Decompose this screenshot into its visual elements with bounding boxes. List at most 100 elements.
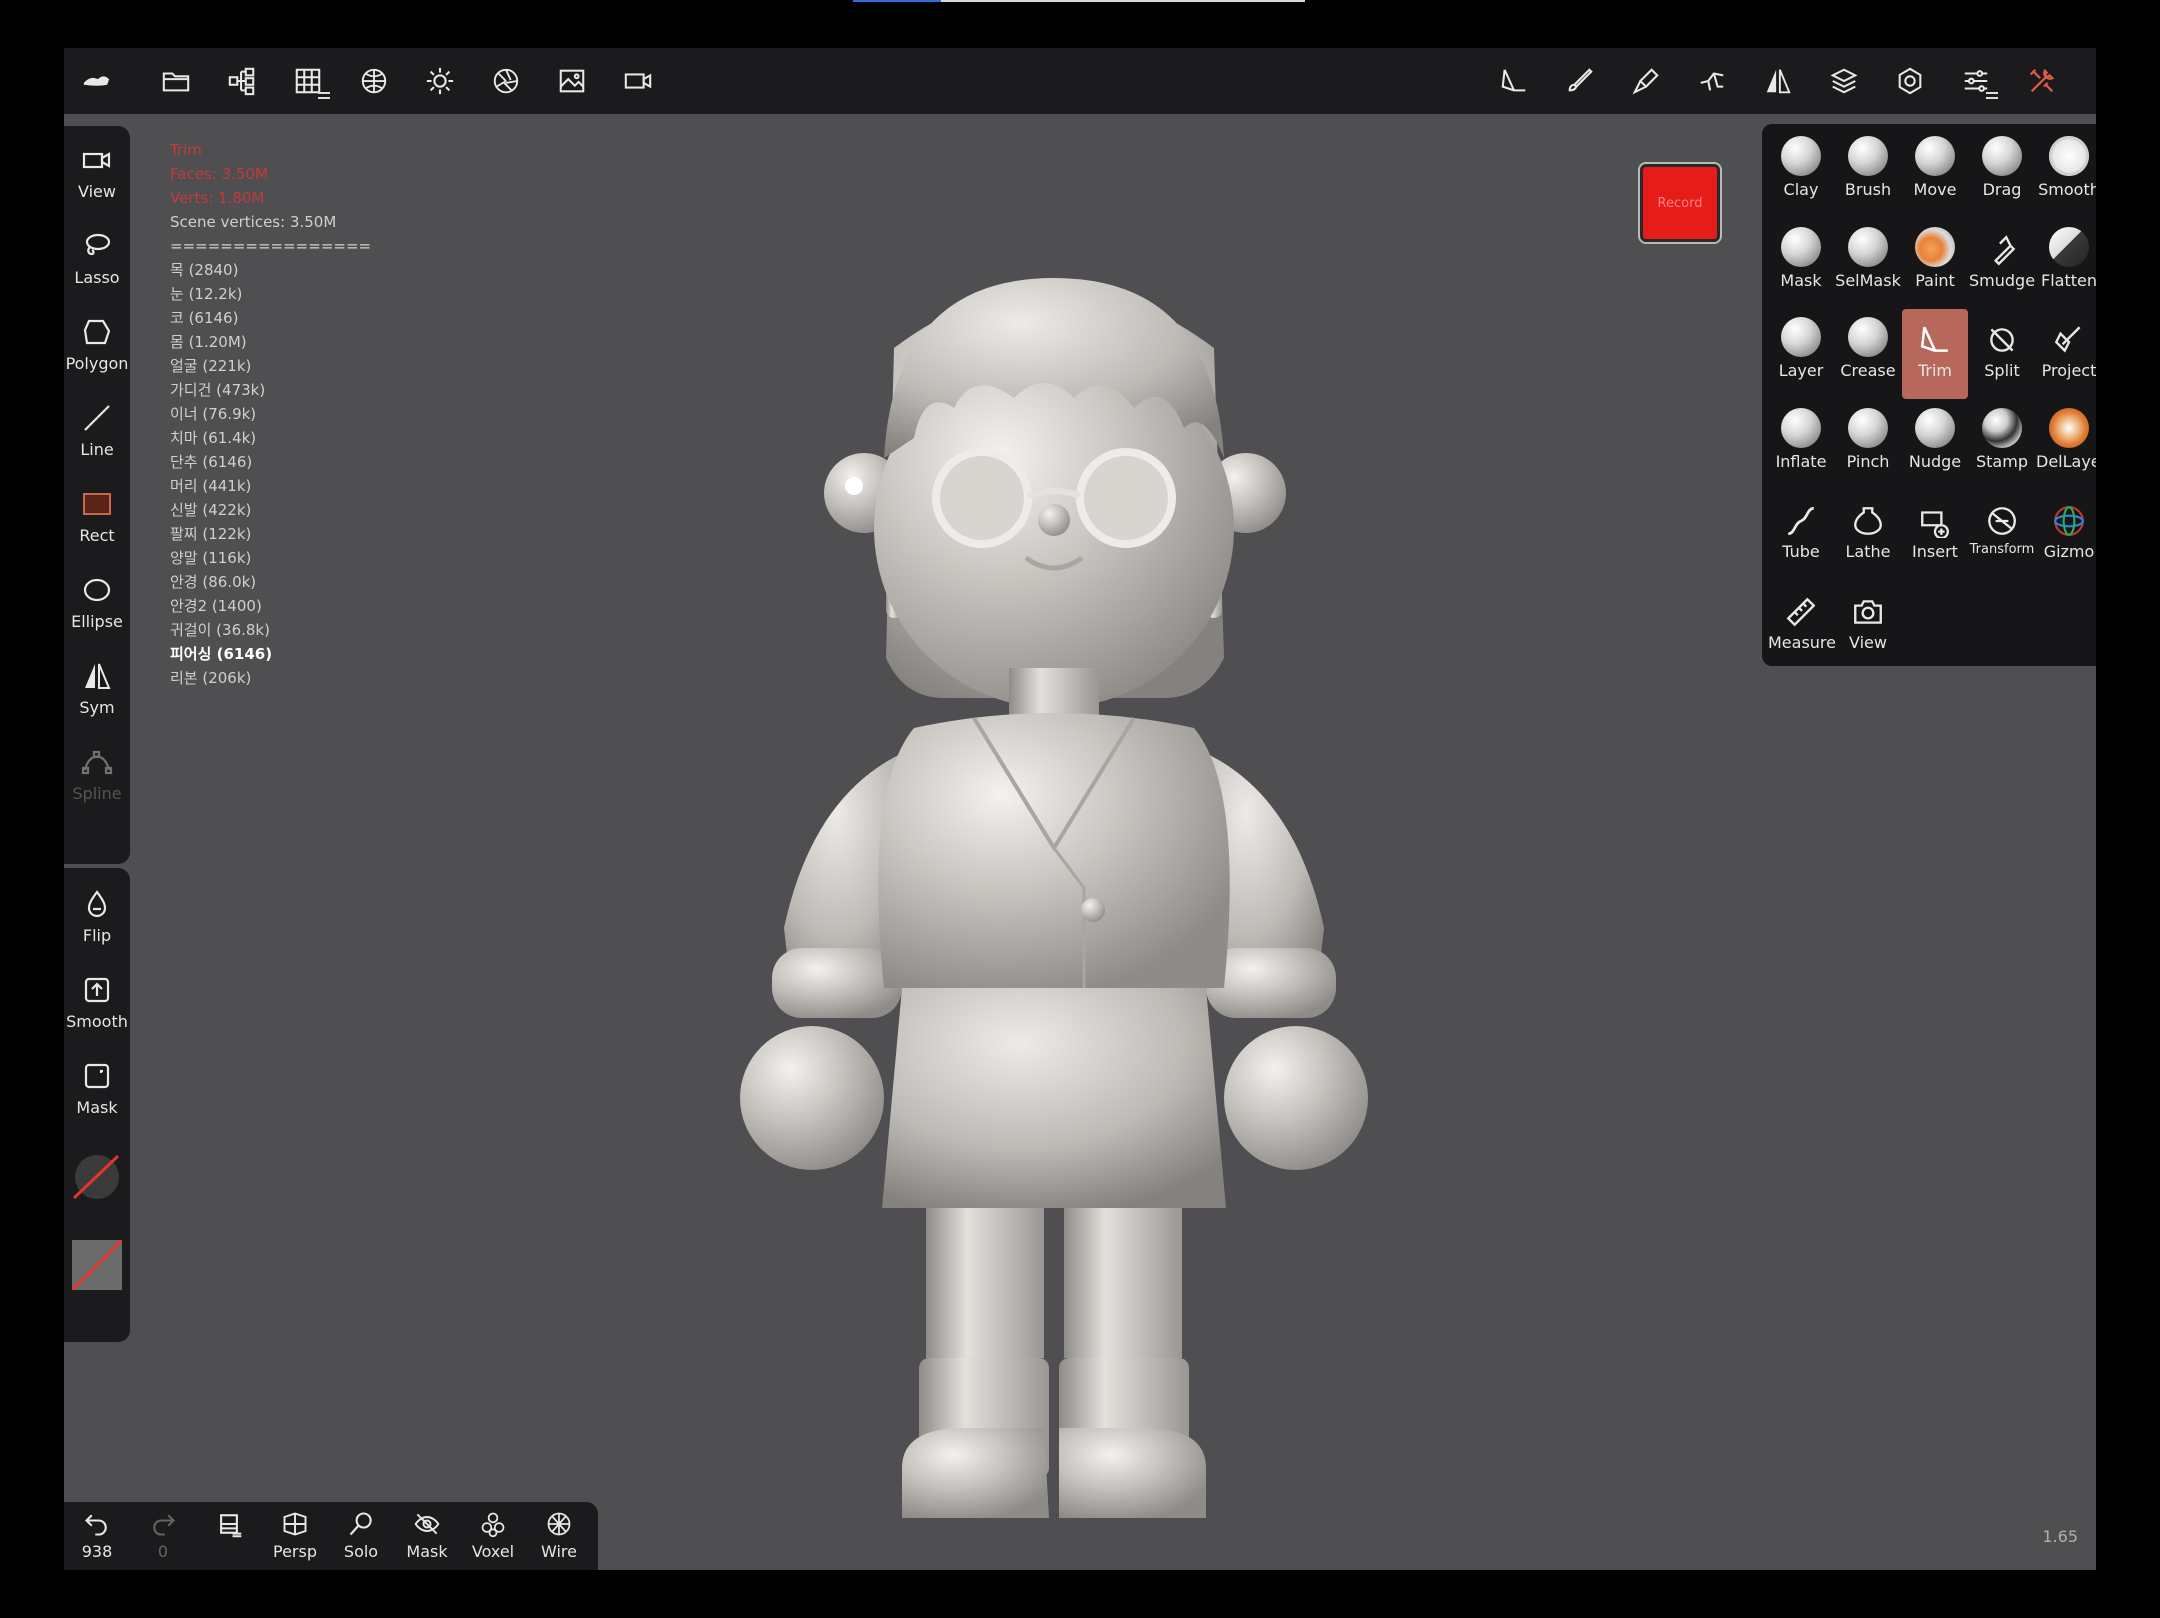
tool-split-button[interactable]: Split	[1969, 309, 2035, 399]
sculpt-model[interactable]	[664, 228, 1444, 1558]
tool-selmask-button[interactable]: SelMask	[1835, 219, 1901, 309]
tool-brush-button[interactable]: Brush	[1835, 128, 1901, 218]
record-button[interactable]: Record	[1640, 164, 1720, 242]
object-item[interactable]: 신발 (422k)	[170, 498, 371, 522]
light-icon[interactable]	[420, 61, 460, 101]
tool-label: Tube	[1782, 542, 1820, 561]
view-label: View	[78, 182, 116, 201]
menu-button[interactable]	[196, 1508, 262, 1542]
viewport-screen[interactable]: View Lasso Polygon Line Rect Ellipse Sym	[64, 48, 2096, 1570]
tool-pinch-button[interactable]: Pinch	[1835, 400, 1901, 490]
object-item[interactable]: 얼굴 (221k)	[170, 354, 371, 378]
grid-icon[interactable]	[288, 61, 330, 101]
object-item[interactable]: 팔찌 (122k)	[170, 522, 371, 546]
smooth-button[interactable]: Smooth	[64, 962, 130, 1042]
line-button[interactable]: Line	[64, 390, 130, 470]
object-item[interactable]: 머리 (441k)	[170, 474, 371, 498]
tool-smooth-button[interactable]: Smooth	[2036, 128, 2096, 218]
sym-button[interactable]: Sym	[64, 648, 130, 728]
tool-inflate-button[interactable]: Inflate	[1768, 400, 1834, 490]
rect-label: Rect	[79, 526, 115, 545]
smooth-icon	[64, 962, 130, 1006]
solo-button[interactable]: Solo	[328, 1508, 394, 1561]
tool-stamp-button[interactable]: Stamp	[1969, 400, 2035, 490]
object-item[interactable]: 안경 (86.0k)	[170, 570, 371, 594]
brush-tool-icon[interactable]	[1560, 61, 1600, 101]
camera-icon[interactable]	[618, 61, 658, 101]
redo-button[interactable]: 0	[130, 1508, 196, 1561]
wire-button[interactable]: Wire	[526, 1508, 592, 1561]
material-swatch[interactable]	[72, 1152, 122, 1202]
object-item[interactable]: 가디건 (473k)	[170, 378, 371, 402]
object-item[interactable]: 귀걸이 (36.8k)	[170, 618, 371, 642]
scene-tree-icon[interactable]	[222, 61, 262, 101]
rect-button[interactable]: Rect	[64, 476, 130, 556]
object-item[interactable]: 이너 (76.9k)	[170, 402, 371, 426]
tool-label: Gizmo	[2043, 542, 2095, 561]
voxel-button[interactable]: Voxel	[460, 1508, 526, 1561]
sliders-icon[interactable]	[1956, 61, 1998, 101]
flip-button[interactable]: Flip	[64, 876, 130, 956]
color-swatch[interactable]	[70, 1238, 124, 1292]
tool-crease-button[interactable]: Crease	[1835, 309, 1901, 399]
tool-trim-button[interactable]: Trim	[1902, 309, 1968, 399]
settings-icon[interactable]	[1890, 61, 1930, 101]
tool-paint-button[interactable]: Paint	[1902, 219, 1968, 309]
mask-toggle-button[interactable]: Mask	[394, 1508, 460, 1561]
object-item-selected[interactable]: 피어싱 (6146)	[170, 642, 371, 666]
tool-move-button[interactable]: Move	[1902, 128, 1968, 218]
mask-icon	[64, 1048, 130, 1092]
ellipse-button[interactable]: Ellipse	[64, 562, 130, 642]
tool-clay-button[interactable]: Clay	[1768, 128, 1834, 218]
tool-gizmo-button[interactable]: Gizmo	[2036, 490, 2096, 580]
tool-transform-button[interactable]: Transform	[1969, 490, 2035, 580]
tool-label: Clay	[1783, 180, 1819, 199]
info-separator: ================	[170, 237, 372, 255]
view-button[interactable]: View	[64, 132, 130, 212]
tool-dellayer-button[interactable]: DelLayer	[2036, 400, 2096, 490]
pose-icon[interactable]	[1692, 61, 1732, 101]
aperture-icon[interactable]	[486, 61, 526, 101]
object-item[interactable]: 치마 (61.4k)	[170, 426, 371, 450]
folder-icon[interactable]	[156, 61, 196, 101]
undo-button[interactable]: 938	[64, 1508, 130, 1561]
trim-tool-icon[interactable]	[1494, 61, 1534, 101]
zoom-readout: 1.65	[2042, 1527, 2078, 1546]
tool-drag-button[interactable]: Drag	[1969, 128, 2035, 218]
stroke-icon[interactable]	[1626, 61, 1666, 101]
tool-measure-button[interactable]: Measure	[1768, 581, 1836, 671]
tool-project-button[interactable]: Project	[2036, 309, 2096, 399]
ellipse-label: Ellipse	[71, 612, 123, 631]
tool-mask-button[interactable]: Mask	[1768, 219, 1834, 309]
tool-layer-button[interactable]: Layer	[1768, 309, 1834, 399]
tool-label: Mask	[1780, 270, 1822, 290]
layers-icon[interactable]	[1824, 61, 1864, 101]
app-logo-icon[interactable]	[76, 61, 116, 101]
tool-tube-button[interactable]: Tube	[1768, 490, 1834, 580]
tool-insert-button[interactable]: Insert	[1902, 490, 1968, 580]
mask-button[interactable]: Mask	[64, 1048, 130, 1128]
tool-smudge-button[interactable]: Smudge	[1969, 219, 2035, 309]
image-icon[interactable]	[552, 61, 592, 101]
material-sphere-icon[interactable]	[354, 61, 394, 101]
polygon-button[interactable]: Polygon	[64, 304, 130, 384]
object-item[interactable]: 코 (6146)	[170, 306, 371, 330]
object-item[interactable]: 리본 (206k)	[170, 666, 371, 690]
object-item[interactable]: 양말 (116k)	[170, 546, 371, 570]
tool-nudge-button[interactable]: Nudge	[1902, 400, 1968, 490]
tools-icon[interactable]	[2022, 61, 2062, 101]
tool-flatten-button[interactable]: Flatten	[2036, 219, 2096, 309]
object-item[interactable]: 몸 (1.20M)	[170, 330, 371, 354]
tool-lathe-button[interactable]: Lathe	[1835, 490, 1901, 580]
object-item[interactable]: 단추 (6146)	[170, 450, 371, 474]
tool-label: SelMask	[1835, 270, 1901, 290]
spline-button[interactable]: Spline	[64, 734, 130, 814]
symmetry-icon[interactable]	[1758, 61, 1798, 101]
tool-view-button[interactable]: View	[1835, 581, 1901, 671]
object-item[interactable]: 목 (2840)	[170, 258, 371, 282]
lasso-button[interactable]: Lasso	[64, 218, 130, 298]
persp-button[interactable]: Persp	[262, 1508, 328, 1561]
top-toolbar	[64, 48, 2096, 114]
object-item[interactable]: 안경2 (1400)	[170, 594, 371, 618]
object-item[interactable]: 눈 (12.2k)	[170, 282, 371, 306]
